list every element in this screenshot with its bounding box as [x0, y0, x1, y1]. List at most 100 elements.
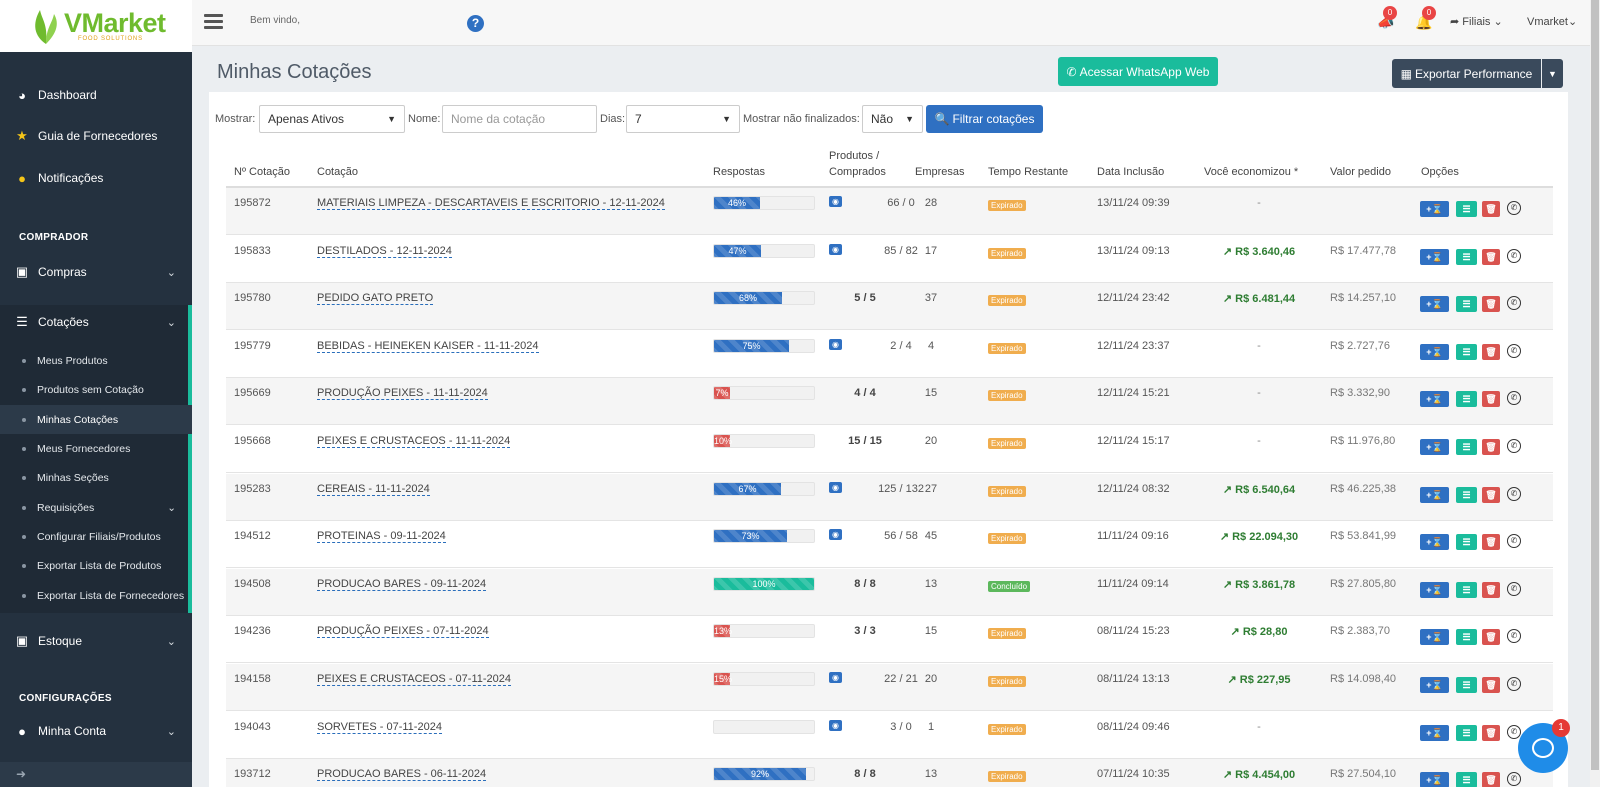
whatsapp-share-icon[interactable]: ✆ — [1507, 581, 1521, 596]
add-time-button[interactable]: +⌛ — [1420, 201, 1449, 217]
delete-button[interactable]: 🗑 — [1482, 439, 1500, 455]
quote-name-link[interactable]: BEBIDAS - HEINEKEN KAISER - 11-11-2024 — [317, 340, 539, 353]
nav-guia-fornecedores[interactable]: ★ Guia de Fornecedores — [0, 125, 192, 147]
quote-name-link[interactable]: PEDIDO GATO PRETO — [317, 292, 434, 306]
logo[interactable]: VMarket FOOD SOLUTIONS — [0, 0, 192, 52]
nav-compras[interactable]: ▣ Compras ⌄ — [0, 261, 192, 283]
list-button[interactable]: ☰ — [1456, 248, 1477, 265]
delete-button[interactable]: 🗑 — [1482, 248, 1500, 265]
whatsapp-share-icon[interactable]: ✆ — [1507, 296, 1521, 311]
eye-icon[interactable]: ◉ — [829, 481, 842, 493]
whatsapp-share-icon[interactable]: ✆ — [1507, 724, 1521, 739]
export-performance-button[interactable]: ▦ Exportar Performance — [1392, 59, 1541, 88]
submenu-produtos-sem-cotacao[interactable]: Produtos sem Cotação — [0, 375, 192, 404]
page-scrollbar[interactable] — [1590, 0, 1600, 787]
whatsapp-share-icon[interactable]: ✆ — [1507, 439, 1521, 453]
add-time-button[interactable]: +⌛ — [1420, 677, 1449, 693]
add-time-button[interactable]: +⌛ — [1420, 439, 1449, 455]
mostrar-select[interactable]: Apenas Ativos ▼ — [259, 105, 405, 133]
quote-name-link[interactable]: PRODUCAO BARES - 06-11-2024 — [317, 768, 487, 782]
nav-estoque[interactable]: ▣ Estoque ⌄ — [0, 630, 192, 652]
submenu-minhas-cotacoes[interactable]: Minhas Cotações — [0, 405, 192, 434]
eye-icon[interactable]: ◉ — [829, 529, 842, 541]
list-button[interactable]: ☰ — [1456, 581, 1477, 598]
add-time-button[interactable]: +⌛ — [1420, 343, 1449, 360]
add-time-button[interactable]: +⌛ — [1420, 772, 1449, 787]
help-icon[interactable]: ? — [467, 15, 484, 32]
user-dropdown[interactable]: Vmarket⌄ — [1527, 15, 1577, 28]
nav-notificacoes[interactable]: ● Notificações — [0, 167, 192, 189]
naofin-select[interactable]: Não ▼ — [862, 105, 923, 133]
eye-icon[interactable]: ◉ — [829, 719, 842, 731]
delete-button[interactable]: 🗑 — [1482, 581, 1500, 598]
export-dropdown-toggle[interactable]: ▼ — [1542, 59, 1563, 88]
add-time-button[interactable]: +⌛ — [1420, 581, 1449, 598]
quote-name-link[interactable]: PEIXES E CRUSTACEOS - 11-11-2024 — [317, 435, 511, 448]
scrollbar-thumb[interactable] — [1591, 0, 1599, 770]
quote-name-link[interactable]: PRODUCAO BARES - 09-11-2024 — [317, 578, 487, 591]
list-button[interactable]: ☰ — [1456, 486, 1477, 503]
quote-name-link[interactable]: CEREAIS - 11-11-2024 — [317, 483, 430, 496]
delete-button[interactable]: 🗑 — [1482, 391, 1500, 408]
dias-select[interactable]: 7 ▼ — [626, 105, 740, 133]
quote-name-link[interactable]: DESTILADOS - 12-11-2024 — [317, 245, 452, 258]
add-time-button[interactable]: +⌛ — [1420, 486, 1449, 503]
add-time-button[interactable]: +⌛ — [1420, 391, 1449, 408]
delete-button[interactable]: 🗑 — [1482, 296, 1500, 313]
quote-name-link[interactable]: PEIXES E CRUSTACEOS - 07-11-2024 — [317, 673, 511, 686]
list-button[interactable]: ☰ — [1456, 677, 1477, 693]
submenu-exportar-produtos[interactable]: Exportar Lista de Produtos — [0, 551, 192, 580]
whatsapp-share-icon[interactable]: ✆ — [1507, 677, 1521, 691]
submenu-minhas-secoes[interactable]: Minhas Seções — [0, 463, 192, 492]
list-button[interactable]: ☰ — [1456, 724, 1477, 741]
nav-cotacoes[interactable]: ☰ Cotações ⌄ — [0, 311, 192, 333]
list-button[interactable]: ☰ — [1456, 439, 1477, 455]
delete-button[interactable]: 🗑 — [1482, 343, 1500, 360]
quote-name-link[interactable]: MATERIAIS LIMPEZA - DESCARTAVEIS E ESCRI… — [317, 197, 665, 210]
whatsapp-share-icon[interactable]: ✆ — [1507, 201, 1521, 215]
list-button[interactable]: ☰ — [1456, 534, 1477, 551]
quote-name-link[interactable]: PRODUÇÃO PEIXES - 07-11-2024 — [317, 625, 489, 639]
quote-name-link[interactable]: SORVETES - 07-11-2024 — [317, 721, 442, 734]
delete-button[interactable]: 🗑 — [1482, 629, 1500, 646]
delete-button[interactable]: 🗑 — [1482, 677, 1500, 693]
filiais-dropdown[interactable]: ➦ Filiais ⌄ — [1450, 15, 1503, 28]
eye-icon[interactable]: ◉ — [829, 243, 842, 255]
delete-button[interactable]: 🗑 — [1482, 201, 1500, 217]
filtrar-cotacoes-button[interactable]: 🔍 Filtrar cotações — [926, 105, 1043, 133]
nome-input[interactable]: Nome da cotação — [442, 105, 597, 133]
delete-button[interactable]: 🗑 — [1482, 724, 1500, 741]
quote-name-link[interactable]: PROTEINAS - 09-11-2024 — [317, 530, 446, 544]
list-button[interactable]: ☰ — [1456, 296, 1477, 313]
add-time-button[interactable]: +⌛ — [1420, 534, 1449, 551]
quote-name-link[interactable]: PRODUÇÃO PEIXES - 11-11-2024 — [317, 387, 488, 401]
chat-widget-button[interactable]: 1 — [1518, 719, 1570, 773]
eye-icon[interactable]: ◉ — [829, 196, 842, 207]
delete-button[interactable]: 🗑 — [1482, 486, 1500, 503]
eye-icon[interactable]: ◉ — [829, 672, 842, 683]
whatsapp-web-button[interactable]: ✆ Acessar WhatsApp Web — [1058, 57, 1218, 86]
list-button[interactable]: ☰ — [1456, 201, 1477, 217]
whatsapp-share-icon[interactable]: ✆ — [1507, 772, 1521, 787]
submenu-requisicoes[interactable]: Requisições ⌄ — [0, 493, 192, 522]
whatsapp-share-icon[interactable]: ✆ — [1507, 391, 1521, 406]
add-time-button[interactable]: +⌛ — [1420, 296, 1449, 313]
submenu-configurar-filiais[interactable]: Configurar Filiais/Produtos — [0, 522, 192, 551]
eye-icon[interactable]: ◉ — [829, 338, 842, 350]
add-time-button[interactable]: +⌛ — [1420, 629, 1449, 646]
menu-toggle-icon[interactable] — [204, 14, 223, 32]
whatsapp-share-icon[interactable]: ✆ — [1507, 486, 1521, 501]
add-time-button[interactable]: +⌛ — [1420, 724, 1449, 741]
whatsapp-share-icon[interactable]: ✆ — [1507, 534, 1521, 549]
submenu-meus-fornecedores[interactable]: Meus Fornecedores — [0, 434, 192, 463]
list-button[interactable]: ☰ — [1456, 772, 1477, 787]
list-button[interactable]: ☰ — [1456, 343, 1477, 360]
whatsapp-share-icon[interactable]: ✆ — [1507, 248, 1521, 263]
list-button[interactable]: ☰ — [1456, 629, 1477, 646]
nav-dashboard[interactable]: ◕ Dashboard — [0, 84, 192, 106]
logout-button[interactable]: ➜ — [0, 762, 192, 787]
delete-button[interactable]: 🗑 — [1482, 534, 1500, 551]
submenu-meus-produtos[interactable]: Meus Produtos — [0, 346, 192, 375]
submenu-exportar-fornecedores[interactable]: Exportar Lista de Fornecedores — [0, 581, 192, 610]
delete-button[interactable]: 🗑 — [1482, 772, 1500, 787]
